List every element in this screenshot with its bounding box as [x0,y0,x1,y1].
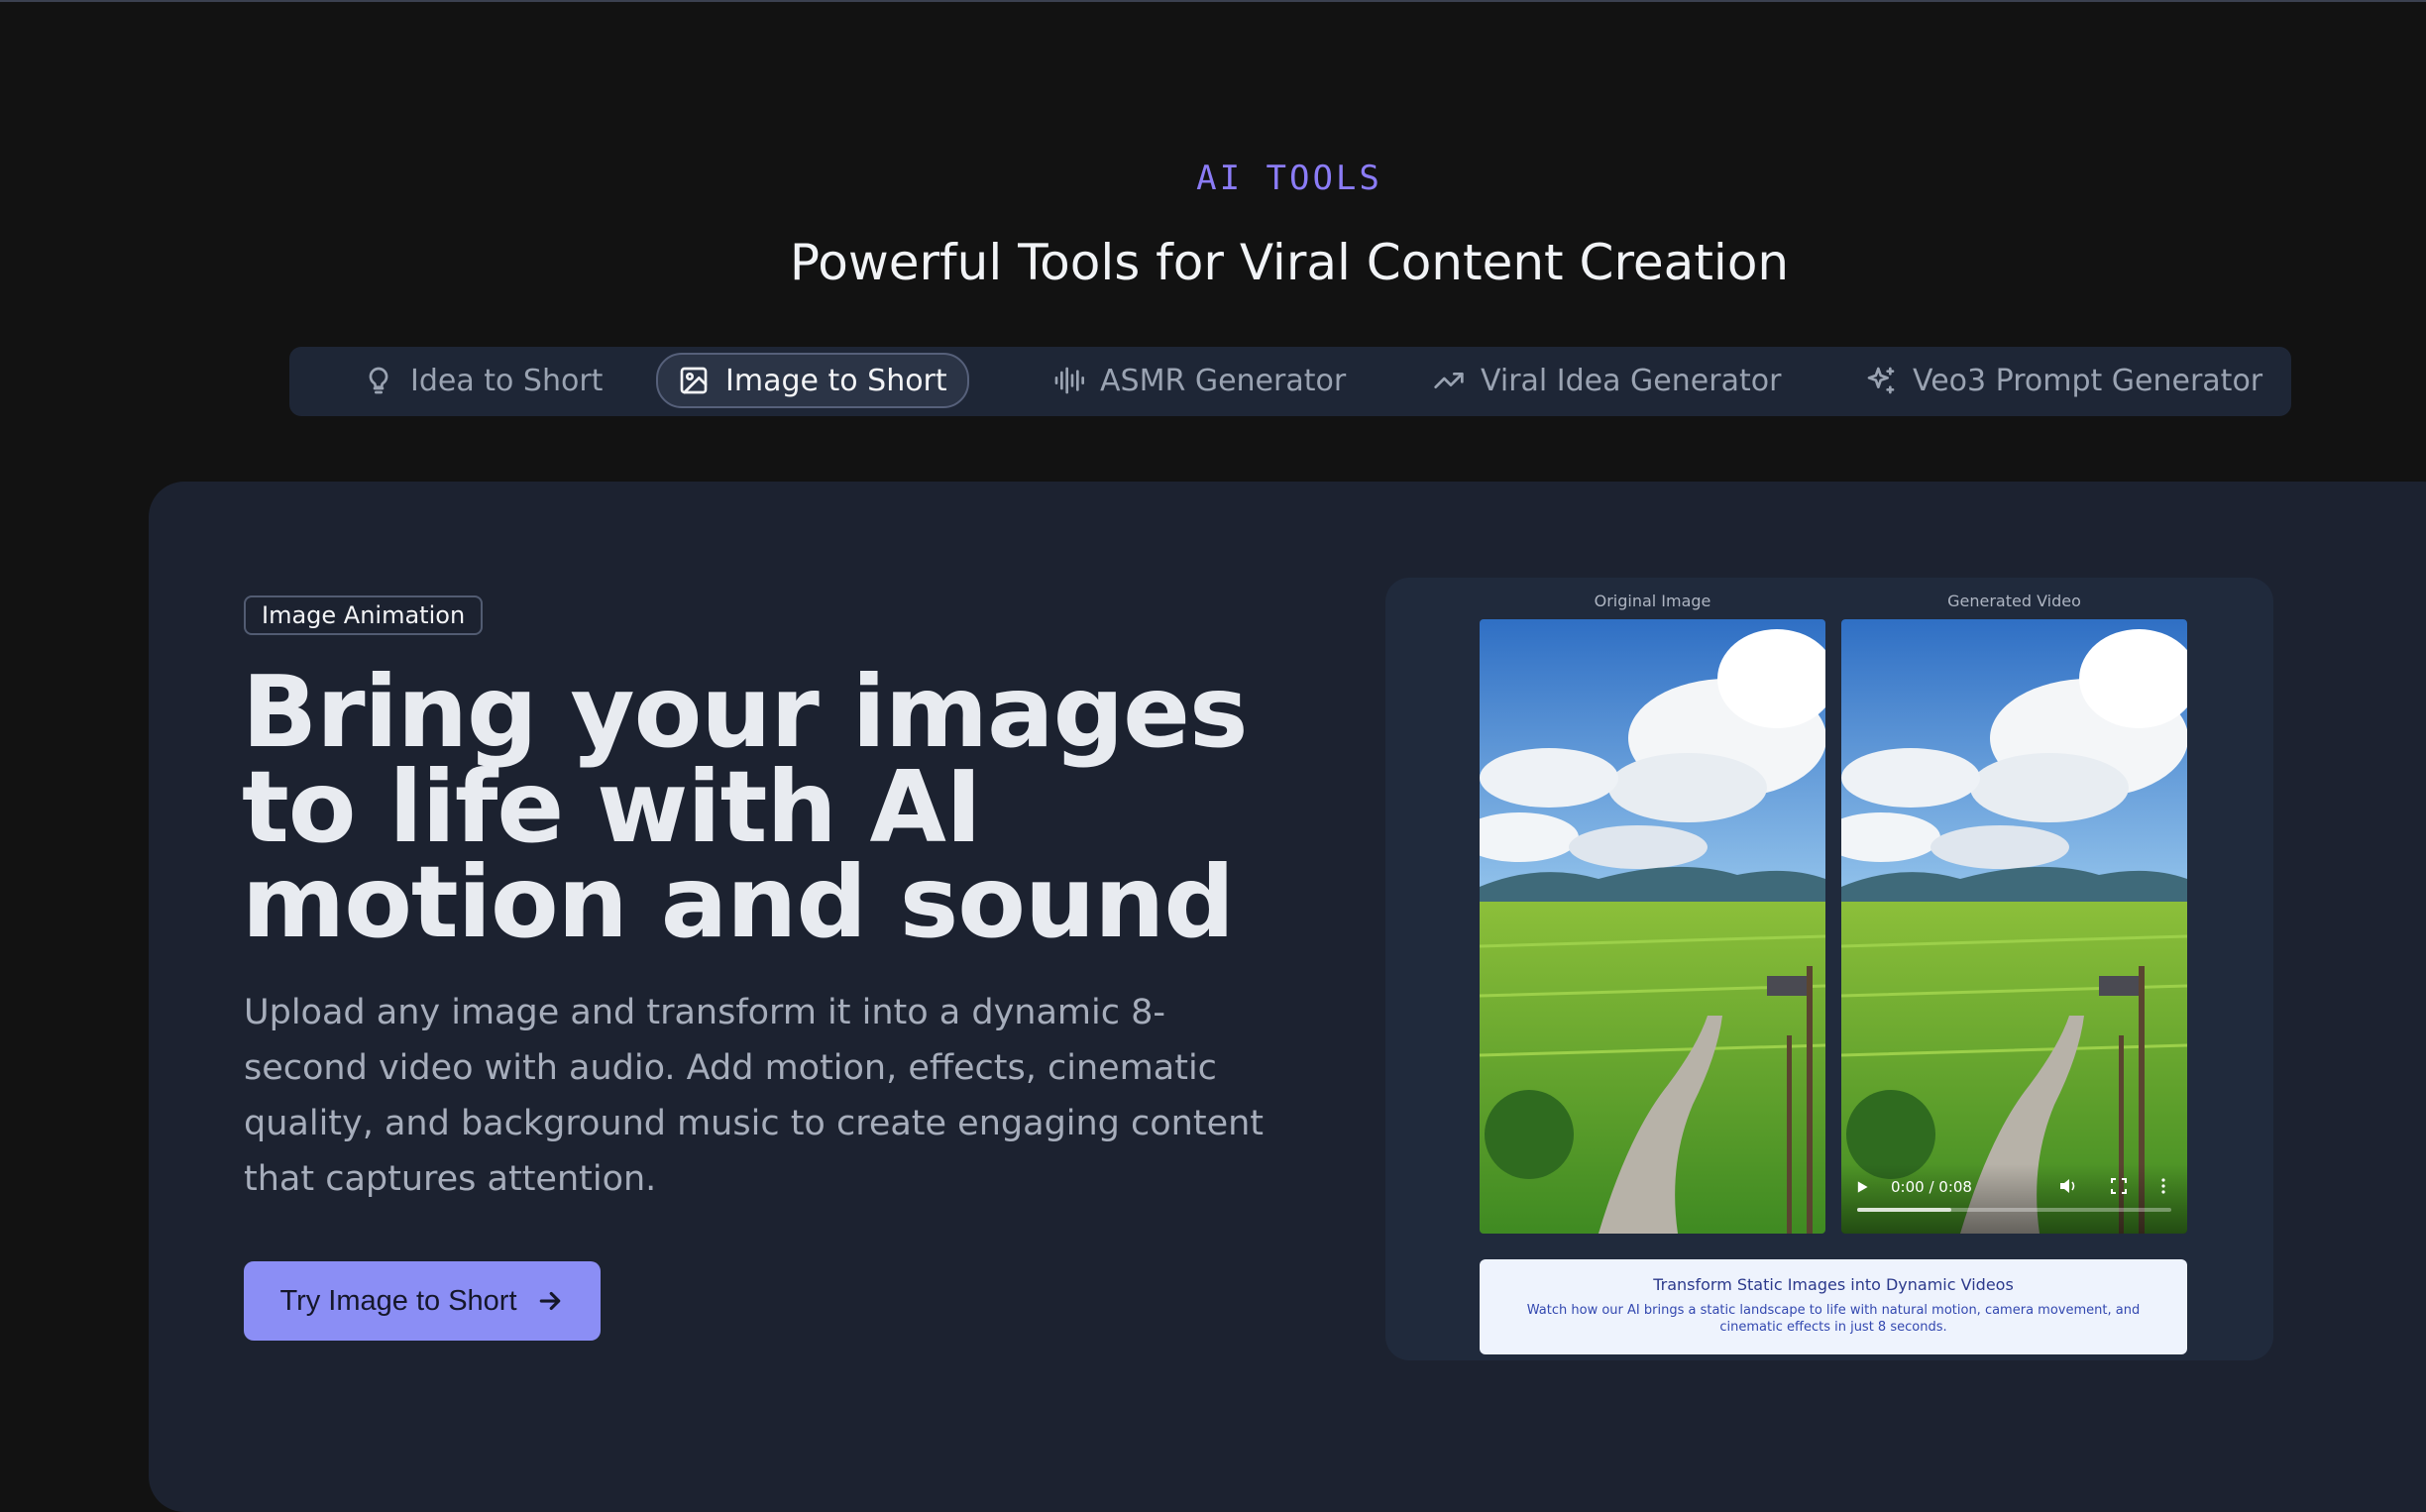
video-buffered-progress [1857,1208,1952,1212]
demo-panel: Original Image Generated Video 0:00 / 0:… [1385,578,2273,1360]
caption-text: Watch how our AI brings a static landsca… [1526,1303,2141,1335]
tab-viral-idea-generator[interactable]: Viral Idea Generator [1413,353,1801,408]
video-seek-bar[interactable] [1857,1208,2171,1212]
arrow-right-icon [539,1291,560,1311]
original-image [1480,619,1825,1234]
image-icon [680,367,708,394]
audio-waveform-icon [1054,367,1084,394]
feature-badge: Image Animation [244,595,484,635]
section-eyebrow: AI TOOLS [1196,159,1382,198]
tab-veo3-prompt-generator[interactable]: Veo3 Prompt Generator [1845,353,2282,408]
fullscreen-icon[interactable] [2111,1178,2127,1194]
tab-idea-to-short[interactable]: Idea to Short [343,353,622,408]
lightbulb-icon [369,367,388,394]
video-frame [1841,619,2187,1234]
play-icon[interactable] [1855,1180,1869,1194]
section-title: Powerful Tools for Viral Content Creatio… [789,234,1790,291]
generated-video-label: Generated Video [1947,592,2081,610]
sparkles-icon [1867,367,1895,394]
feature-card: Image Animation Bring your images to lif… [149,482,2426,1512]
caption-title: Transform Static Images into Dynamic Vid… [1653,1275,2014,1294]
trending-up-icon [1434,373,1464,388]
tab-image-to-short[interactable]: Image to Short [656,353,969,408]
tab-asmr-generator[interactable]: ASMR Generator [1033,353,1366,408]
demo-caption: Transform Static Images into Dynamic Vid… [1480,1259,2187,1354]
try-image-to-short-button[interactable]: Try Image to Short [244,1261,601,1341]
tab-label: Veo3 Prompt Generator [1913,363,2263,398]
tab-label: Image to Short [725,363,947,398]
tab-label: Viral Idea Generator [1481,363,1782,398]
video-time: 0:00 / 0:08 [1891,1178,1972,1196]
video-controls: 0:00 / 0:08 [1841,1164,2187,1234]
feature-headline: Bring your images to life with AI motion… [242,654,1249,960]
tab-label: ASMR Generator [1100,363,1347,398]
more-options-icon[interactable] [2160,1178,2166,1194]
feature-description: Upload any image and transform it into a… [244,993,1265,1199]
top-divider [0,0,2426,2]
landscape-image [1480,619,1825,1234]
tools-tab-bar: Idea to Short Image to Short ASMR Genera… [289,347,2291,416]
cta-label: Try Image to Short [279,1284,517,1317]
generated-video-player[interactable]: 0:00 / 0:08 [1841,619,2187,1234]
original-image-label: Original Image [1594,592,1711,610]
volume-icon[interactable] [2059,1178,2077,1194]
tab-label: Idea to Short [410,363,604,398]
